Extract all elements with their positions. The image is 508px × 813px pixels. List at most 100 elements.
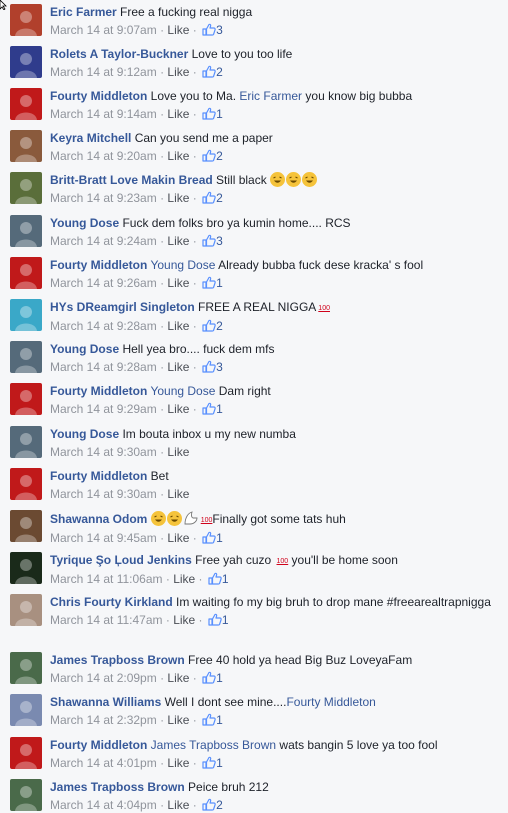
mention-link[interactable]: Eric Farmer [239,89,302,103]
like-button[interactable]: Like [167,65,189,79]
comment-author-link[interactable]: Fourty Middleton [50,89,147,103]
timestamp-link[interactable]: March 14 at 2:09pm [50,671,157,685]
avatar[interactable] [10,215,42,247]
comment-author-link[interactable]: Young Dose [50,427,119,441]
like-button[interactable]: Like [167,360,189,374]
timestamp-link[interactable]: March 14 at 9:29am [50,402,157,416]
timestamp-link[interactable]: March 14 at 4:01pm [50,756,157,770]
like-button[interactable]: Like [167,234,189,248]
like-count[interactable]: 2 [200,319,223,333]
avatar[interactable] [10,468,42,500]
timestamp-link[interactable]: March 14 at 4:04pm [50,798,157,812]
like-count[interactable]: 3 [200,234,223,248]
avatar[interactable] [10,341,42,373]
like-button[interactable]: Like [167,191,189,205]
like-count[interactable]: 1 [200,531,223,545]
like-button[interactable]: Like [167,713,189,727]
comment-author-link[interactable]: Chris Fourty Kirkland [50,595,173,609]
like-count[interactable]: 1 [206,572,229,586]
avatar[interactable] [10,130,42,162]
timestamp-link[interactable]: March 14 at 2:32pm [50,713,157,727]
like-count[interactable]: 1 [200,276,223,290]
like-count[interactable]: 1 [200,713,223,727]
like-button[interactable]: Like [167,402,189,416]
comment-author-link[interactable]: Tyrique Şo Ļoud Jenkins [50,553,192,567]
like-button[interactable]: Like [167,445,189,459]
like-button[interactable]: Like [167,149,189,163]
avatar[interactable] [10,594,42,626]
like-count[interactable]: 1 [200,756,223,770]
timestamp-link[interactable]: March 14 at 9:26am [50,276,157,290]
like-count[interactable]: 2 [200,65,223,79]
timestamp-link[interactable]: March 14 at 9:24am [50,234,157,248]
like-button[interactable]: Like [167,276,189,290]
mention-link[interactable]: Young Dose [150,384,215,398]
like-count[interactable]: 1 [200,107,223,121]
avatar[interactable] [10,46,42,78]
timestamp-link[interactable]: March 14 at 9:28am [50,319,157,333]
comment-meta: March 14 at 9:29am · Like · 1 [50,401,500,417]
comment-author-link[interactable]: James Trapboss Brown [50,780,185,794]
timestamp-link[interactable]: March 14 at 9:14am [50,107,157,121]
like-button[interactable]: Like [167,756,189,770]
timestamp-link[interactable]: March 14 at 9:30am [50,445,157,459]
comment-author-link[interactable]: Young Dose [50,216,119,230]
comment-author-link[interactable]: Fourty Middleton [50,384,147,398]
timestamp-link[interactable]: March 14 at 9:45am [50,531,157,545]
like-count[interactable]: 2 [200,798,223,812]
avatar[interactable] [10,694,42,726]
timestamp-link[interactable]: March 14 at 11:06am [50,572,163,586]
mention-link[interactable]: Fourty Middleton [286,695,375,709]
mention-link[interactable]: Young Dose [150,258,215,272]
comment-author-link[interactable]: Fourty Middleton [50,738,147,752]
comment-author-link[interactable]: HYs DReamgirl Singleton [50,300,195,314]
avatar[interactable] [10,552,42,584]
comment-author-link[interactable]: Shawanna Odom [50,512,147,526]
comment-author-link[interactable]: Fourty Middleton [50,469,147,483]
timestamp-link[interactable]: March 14 at 9:07am [50,23,157,37]
avatar[interactable] [10,383,42,415]
comment-author-link[interactable]: Britt-Bratt Love Makin Bread [50,173,213,187]
like-count[interactable]: 3 [200,23,223,37]
avatar[interactable] [10,652,42,684]
like-button[interactable]: Like [167,319,189,333]
comment-author-link[interactable]: Eric Farmer [50,5,117,19]
like-count[interactable]: 2 [200,191,223,205]
like-count[interactable]: 1 [200,671,223,685]
like-button[interactable]: Like [167,23,189,37]
comment-author-link[interactable]: Rolets A Taylor-Buckner [50,47,188,61]
like-button[interactable]: Like [167,798,189,812]
avatar[interactable] [10,737,42,769]
comment-author-link[interactable]: Fourty Middleton [50,258,147,272]
timestamp-link[interactable]: March 14 at 11:47am [50,613,163,627]
mention-link[interactable]: James Trapboss Brown [151,738,276,752]
comment-author-link[interactable]: James Trapboss Brown [50,653,185,667]
like-count[interactable]: 3 [200,360,223,374]
avatar[interactable] [10,510,42,542]
comment-author-link[interactable]: Shawanna Williams [50,695,161,709]
like-count[interactable]: 2 [200,149,223,163]
like-button[interactable]: Like [173,613,195,627]
avatar[interactable] [10,299,42,331]
like-button[interactable]: Like [173,572,195,586]
like-button[interactable]: Like [167,671,189,685]
timestamp-link[interactable]: March 14 at 9:20am [50,149,157,163]
like-button[interactable]: Like [167,531,189,545]
thumbs-up-icon [202,65,216,78]
comment-author-link[interactable]: Young Dose [50,342,119,356]
like-button[interactable]: Like [167,487,189,501]
timestamp-link[interactable]: March 14 at 9:28am [50,360,157,374]
timestamp-link[interactable]: March 14 at 9:30am [50,487,157,501]
like-count[interactable]: 1 [206,613,229,627]
avatar[interactable] [10,4,42,36]
timestamp-link[interactable]: March 14 at 9:12am [50,65,157,79]
avatar[interactable] [10,257,42,289]
like-count[interactable]: 1 [200,402,223,416]
like-button[interactable]: Like [167,107,189,121]
avatar[interactable] [10,88,42,120]
avatar[interactable] [10,426,42,458]
comment-author-link[interactable]: Keyra Mitchell [50,131,131,145]
avatar[interactable] [10,172,42,204]
timestamp-link[interactable]: March 14 at 9:23am [50,191,157,205]
avatar[interactable] [10,779,42,811]
